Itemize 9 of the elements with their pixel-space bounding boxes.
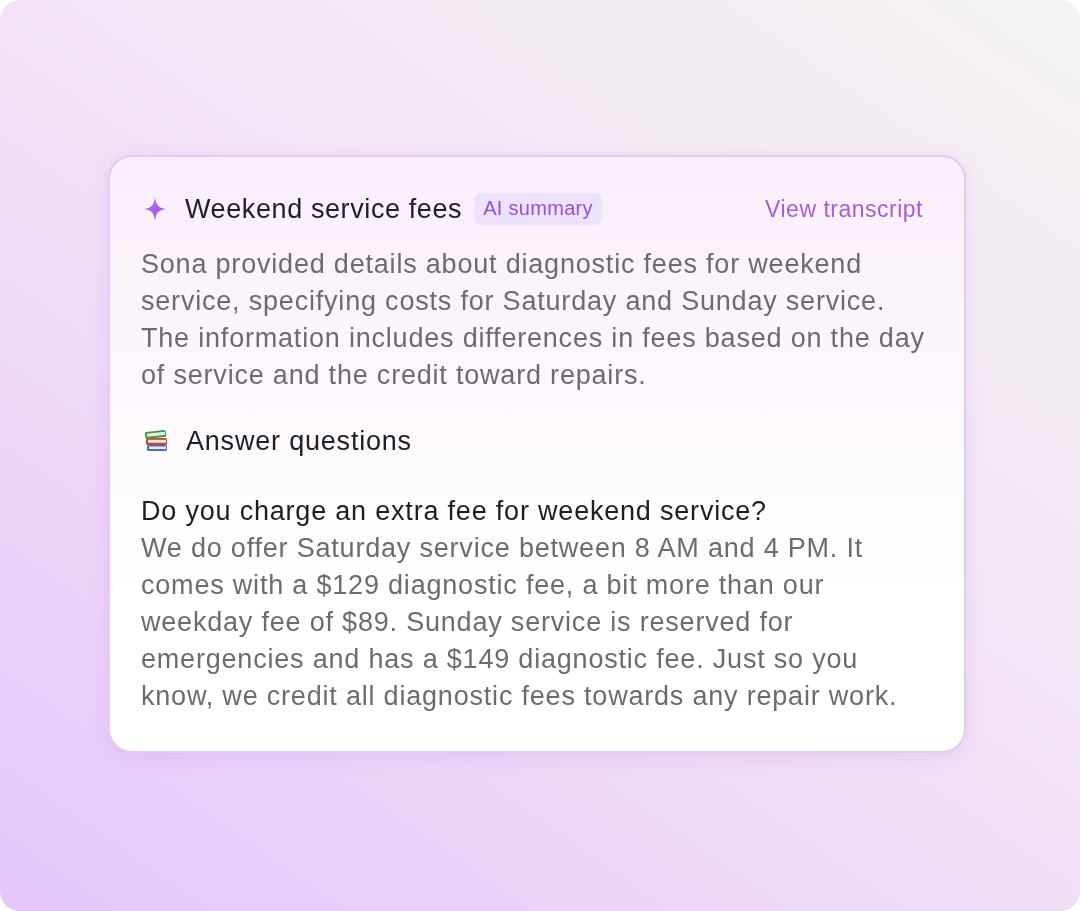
books-icon (144, 430, 170, 452)
ai-summary-badge: AI summary (474, 193, 602, 225)
section-title: Answer questions (186, 425, 412, 457)
card-title: Weekend service fees (185, 193, 463, 225)
question-text: Do you charge an extra fee for weekend service? (141, 495, 768, 528)
answer-text: We do offer Saturday service between 8 AM and 4 PM. It comes with a $129 diagnostic fee, a bit more than our weekday fee of $89. Sunday service is reserved for emergencies and has a $149 diagnostic fee. Just so you know, we credit all diagnostic fees towards any repair work. (141, 532, 899, 713)
view-transcript-link[interactable]: View transcript (765, 195, 923, 223)
summary-text: Sona provided details about diagnostic fees for weekend service, specifying costs for Saturday and Sunday service. The information includes differences in fees based on the day of service and the credit toward repairs. (141, 248, 926, 392)
sparkle-icon (144, 197, 166, 221)
